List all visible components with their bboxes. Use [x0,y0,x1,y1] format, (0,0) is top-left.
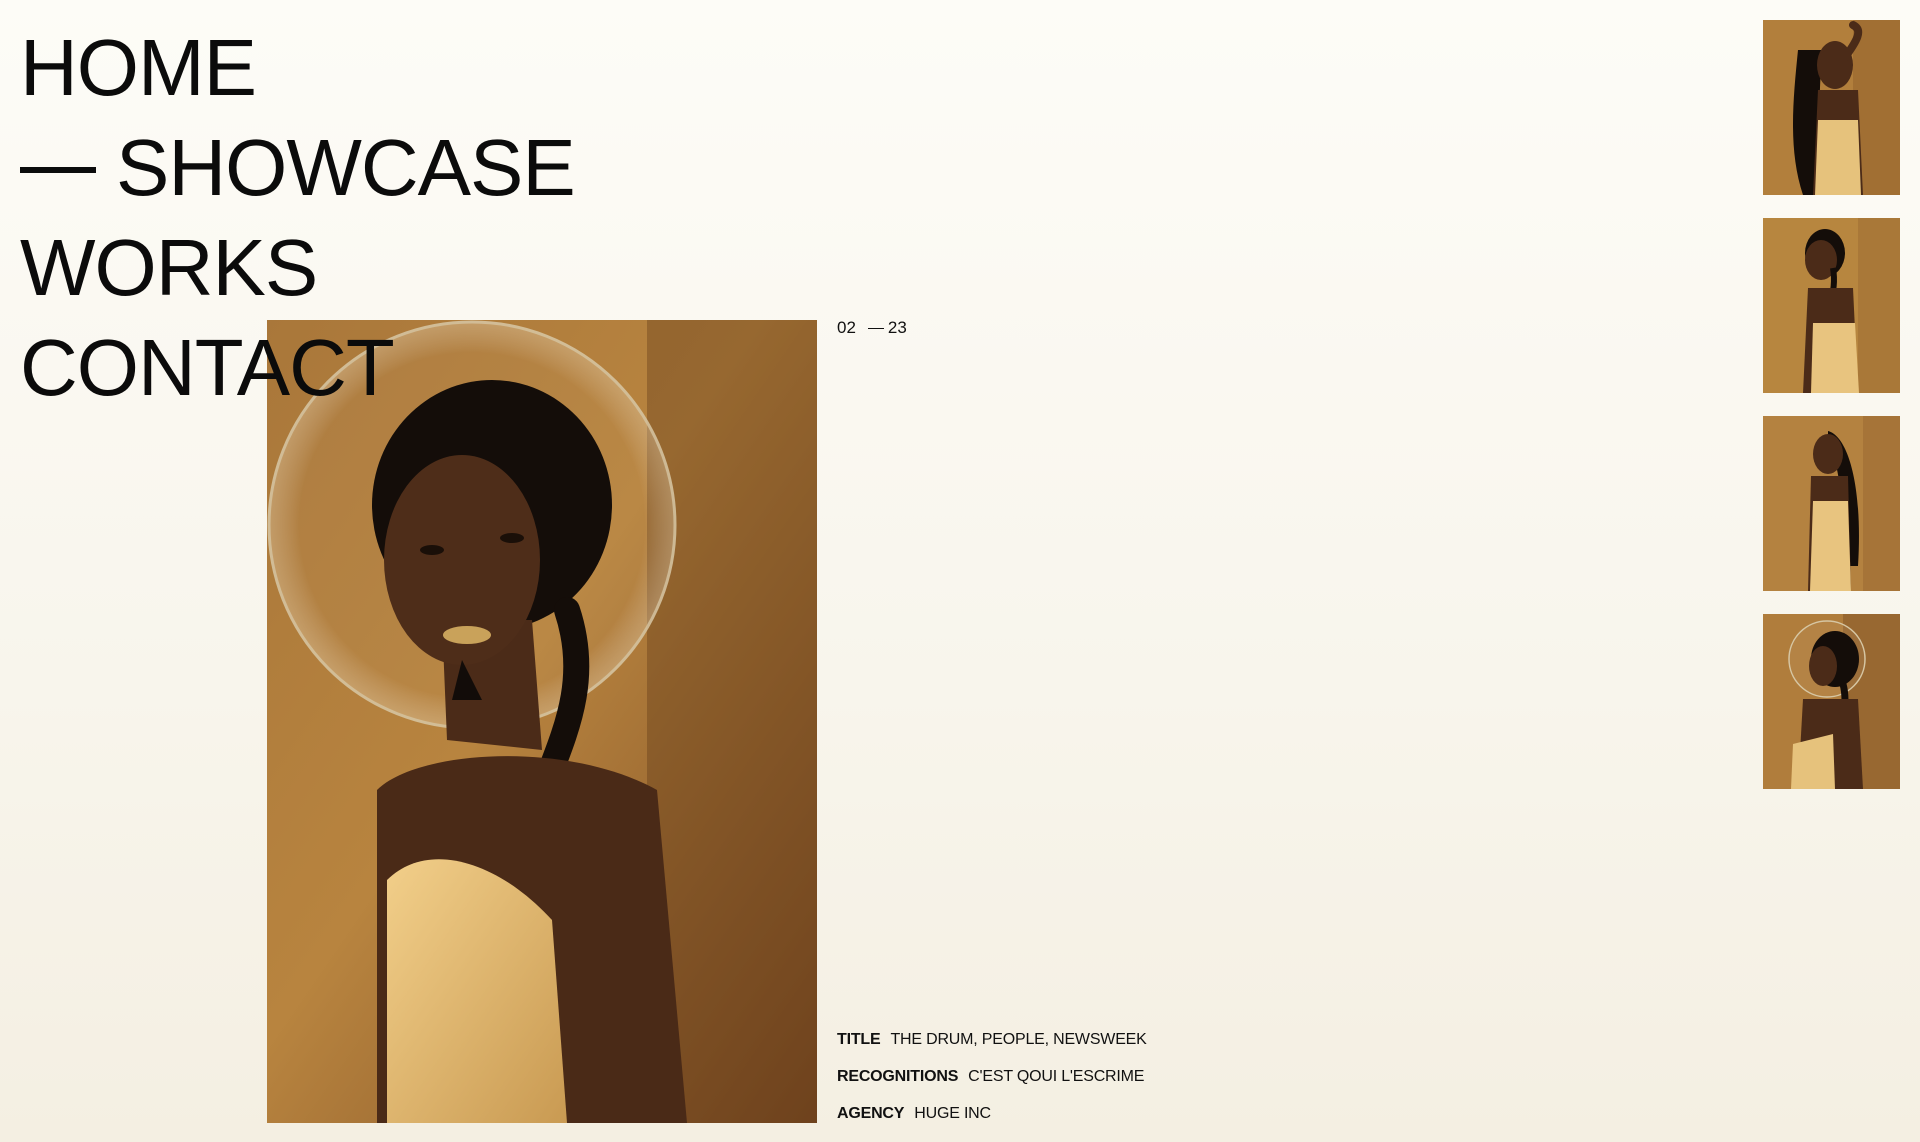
thumbnail-1[interactable] [1763,20,1900,195]
nav-item-label: WORKS [20,223,318,312]
portrait-thumbnail-icon [1763,218,1900,393]
thumbnail-strip [1763,20,1900,812]
nav-item-contact[interactable]: CONTACT [20,318,575,418]
recognitions-label: RECOGNITIONS [837,1068,959,1085]
detail-row-recognitions: RECOGNITIONS C'EST QOUI L'ESCRIME [837,1064,1147,1101]
thumbnail-3[interactable] [1763,416,1900,591]
recognitions-value: C'EST QOUI L'ESCRIME [968,1068,1145,1085]
nav-item-label: SHOWCASE [116,123,576,212]
thumbnail-4[interactable] [1763,614,1900,789]
counter-separator [867,327,884,330]
detail-row-agency: AGENCY HUGE INC [837,1101,1147,1138]
nav-item-label: HOME [20,23,257,112]
portrait-thumbnail-icon [1763,20,1900,195]
featured-portrait-image [267,320,817,1123]
project-details: TITLE THE DRUM, PEOPLE, NEWSWEEK RECOGNIT… [837,1027,1147,1138]
slide-counter: 02 23 [837,318,907,338]
current-slide-number: 02 [837,318,856,337]
thumbnail-2[interactable] [1763,218,1900,393]
total-slide-number: 23 [887,318,907,337]
title-label: TITLE [837,1031,881,1048]
portrait-thumbnail-icon [1763,614,1900,789]
portrait-thumbnail-icon [1763,416,1900,591]
title-value: THE DRUM, PEOPLE, NEWSWEEK [890,1031,1147,1048]
active-dash-indicator [20,166,96,173]
nav-item-home[interactable]: HOME [20,18,575,118]
agency-label: AGENCY [837,1105,905,1122]
agency-value: HUGE INC [914,1105,991,1122]
detail-row-title: TITLE THE DRUM, PEOPLE, NEWSWEEK [837,1027,1147,1064]
nav-item-works[interactable]: WORKS [20,218,575,318]
main-navigation: HOME SHOWCASE WORKS CONTACT [20,18,576,418]
nav-item-showcase[interactable]: SHOWCASE [20,118,576,218]
nav-item-label: CONTACT [20,323,395,412]
